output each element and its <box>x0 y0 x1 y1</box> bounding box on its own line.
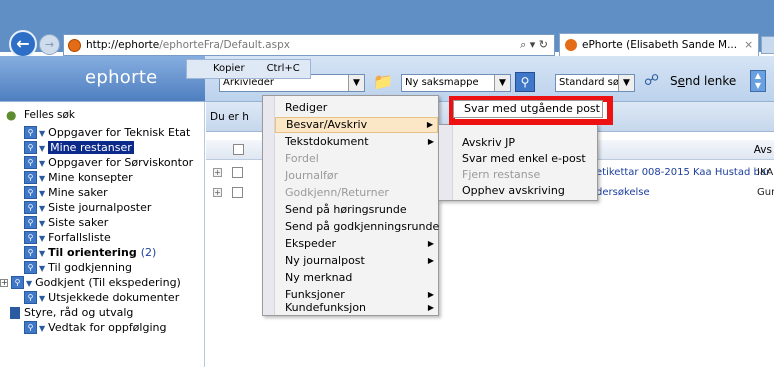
search-icon: ⚲ <box>11 276 24 289</box>
nav-item-mine-restanser[interactable]: ⚲ ▼ Mine restanser <box>0 141 134 155</box>
row-2-sender: Gur <box>757 187 774 198</box>
chevron-down-icon[interactable]: ▼ <box>494 75 510 91</box>
row-expand-icon[interactable]: + <box>213 168 222 177</box>
copy-tooltip: Kopier Ctrl+C <box>186 59 311 79</box>
menu-item-besvar-avskriv[interactable]: Besvar/Avskriv ▶ <box>275 117 438 133</box>
context-menu: Rediger Besvar/Avskriv ▶ Tekstdokument ▶ F… <box>262 95 439 316</box>
submenu-arrow-icon: ▶ <box>427 303 434 312</box>
send-link-button[interactable]: ☍ Send lenke <box>644 70 736 92</box>
menu-item-ny-journalpost[interactable]: Ny journalpost ▶ <box>275 253 438 269</box>
submenu-item-fjern-restanse: Fjern restanse <box>462 168 541 181</box>
nav-item-vedtak-oppfolging[interactable]: ⚲ ▼ Vedtak for oppfølging <box>0 321 166 335</box>
submenu-item-svar-epost[interactable]: Svar med enkel e-post <box>453 151 597 167</box>
chevron-down-icon[interactable]: ▼ <box>348 75 364 91</box>
nav-item-utsjekkede[interactable]: ⚲ ▼ Utsjekkede dokumenter <box>0 291 179 305</box>
nav-item-oppgaver-teknisk[interactable]: ⚲ ▼ Oppgaver for Teknisk Etat <box>0 126 190 140</box>
browser-tab-ephorte[interactable]: ePhorte (Elisabeth Sande M... × <box>559 33 759 56</box>
url-path: /ephorteFra/Default.aspx <box>159 39 290 51</box>
menu-item-fordel: Fordel <box>285 152 319 165</box>
new-tab-button[interactable] <box>761 36 774 54</box>
row-1-title[interactable]: etikettar 008-2015 Kaa Hustad bar <box>596 166 770 180</box>
address-controls[interactable]: ⌕ ▾ ↻ <box>520 35 548 55</box>
row-checkbox[interactable] <box>232 187 243 198</box>
besvar-submenu: Avskriv JP Svar med enkel e-post Fjern r… <box>438 124 598 201</box>
column-header-avs[interactable]: Avs <box>754 140 772 160</box>
back-button[interactable]: ← <box>9 30 37 58</box>
saksmappe-select[interactable]: Ny saksmappe ▼ <box>401 74 511 92</box>
menu-gutter <box>263 96 275 315</box>
url-host: http://ephorte <box>86 39 160 51</box>
tab-close-icon[interactable]: × <box>744 34 753 56</box>
folder-icon[interactable]: 📁 <box>373 73 395 91</box>
felles-sok[interactable]: ● Felles søk <box>6 107 75 123</box>
submenu-item-avskriv-jp[interactable]: Avskriv JP <box>453 135 597 151</box>
search-button[interactable]: ⚲ <box>515 72 535 92</box>
nav-item-oppgaver-sorvis[interactable]: ⚲ ▼ Oppgaver for Sørviskontor <box>0 156 193 170</box>
menu-item-tekstdokument[interactable]: Tekstdokument ▶ <box>275 134 438 150</box>
saksmappe-select-value: Ny saksmappe <box>405 77 479 88</box>
tab-title: ePhorte (Elisabeth Sande M... <box>582 39 738 51</box>
menu-item-ny-merknad[interactable]: Ny merknad <box>275 270 438 286</box>
search-icon: ⚲ <box>24 291 37 304</box>
search-icon: ⚲ <box>24 171 37 184</box>
search-icon: ⚲ <box>24 231 37 244</box>
submenu-gutter <box>439 125 453 200</box>
menu-item-ekspeder[interactable]: Ekspeder ▶ <box>275 236 438 252</box>
select-all-checkbox[interactable] <box>233 144 244 155</box>
menu-item-rediger[interactable]: Rediger <box>275 100 438 116</box>
address-bar[interactable]: http://ephorte/ephorteFra/Default.aspx ⌕… <box>63 34 555 56</box>
tooltip-label: Kopier <box>213 63 245 74</box>
search-icon: ⚲ <box>24 186 37 199</box>
submenu-item-opphev-avskriving[interactable]: Opphev avskriving <box>453 183 597 199</box>
svar-utgaende-label: Svar med utgående post <box>464 102 600 115</box>
nav-item-til-orientering[interactable]: ⚲ ▼ Til orientering (2) <box>0 246 156 260</box>
chevron-down-icon[interactable]: ▼ <box>618 75 634 91</box>
tab-favicon-icon <box>565 39 577 51</box>
menu-item-journalfor: Journalfør <box>285 169 339 182</box>
search-icon: ⚲ <box>24 216 37 229</box>
nav-item-mine-konsepter[interactable]: ⚲ ▼ Mine konsepter <box>0 171 133 185</box>
nav-item-styre-rad-utvalg[interactable]: Styre, råd og utvalg <box>0 306 133 320</box>
search-icon: ⚲ <box>24 201 37 214</box>
ephorte-logo: ephorte <box>0 56 205 101</box>
search-icon: ⚲ <box>24 156 37 169</box>
row-2-title[interactable]: dersøkelse <box>596 186 650 200</box>
felles-sok-label: Felles søk <box>24 109 76 121</box>
menu-item-kundefunksjon[interactable]: Kundefunksjon ▶ <box>275 300 438 316</box>
nav-item-siste-journalposter[interactable]: ⚲ ▼ Siste journalposter <box>0 201 151 215</box>
search-icon: ⚲ <box>24 141 37 154</box>
book-icon <box>10 307 20 319</box>
nav-item-siste-saker[interactable]: ⚲ ▼ Siste saker <box>0 216 108 230</box>
row-1-sender: IKA <box>757 167 774 178</box>
menu-item-send-godkjenning[interactable]: Send på godkjenningsrunde <box>275 219 439 235</box>
orientering-count: (2) <box>140 246 157 259</box>
search-type-select[interactable]: Standard søk ▼ <box>555 74 635 92</box>
submenu-arrow-icon: ▶ <box>427 256 434 265</box>
search-icon: ⚲ <box>24 126 37 139</box>
search-icon: ⚲ <box>24 261 37 274</box>
tooltip-shortcut: Ctrl+C <box>266 63 300 74</box>
search-type-value: Standard søk <box>559 77 625 88</box>
nav-item-mine-saker[interactable]: ⚲ ▼ Mine saker <box>0 186 108 200</box>
submenu-arrow-icon: ▶ <box>427 239 434 248</box>
nav-item-til-godkjenning[interactable]: ⚲ ▼ Til godkjenning <box>0 261 132 275</box>
search-icon: ⚲ <box>24 246 37 259</box>
expand-icon[interactable]: + <box>0 279 8 287</box>
nav-item-forfallsliste[interactable]: ⚲ ▼ Forfallsliste <box>0 231 111 245</box>
info-bar-text: Du er h <box>210 111 249 123</box>
nav-item-godkjent[interactable]: + ⚲ ▼ Godkjent (Til ekspedering) <box>0 276 181 290</box>
submenu-item-svar-utgaende-post[interactable]: Svar med utgående post <box>453 100 603 118</box>
site-favicon-icon <box>68 39 81 52</box>
toolbar-scroll-button[interactable]: ▲ ▼ <box>750 70 766 92</box>
row-expand-icon[interactable]: + <box>213 188 222 197</box>
menu-item-send-horing[interactable]: Send på høringsrunde <box>275 202 438 218</box>
users-icon: ● <box>6 108 17 122</box>
forward-button[interactable]: → <box>39 34 60 55</box>
search-icon: ⚲ <box>24 321 37 334</box>
link-icon: ☍ <box>644 71 660 89</box>
submenu-arrow-icon: ▶ <box>426 120 433 129</box>
submenu-arrow-icon: ▶ <box>427 137 434 146</box>
menu-item-godkjenn: Godkjenn/Returner <box>285 186 389 199</box>
row-checkbox[interactable] <box>232 167 243 178</box>
